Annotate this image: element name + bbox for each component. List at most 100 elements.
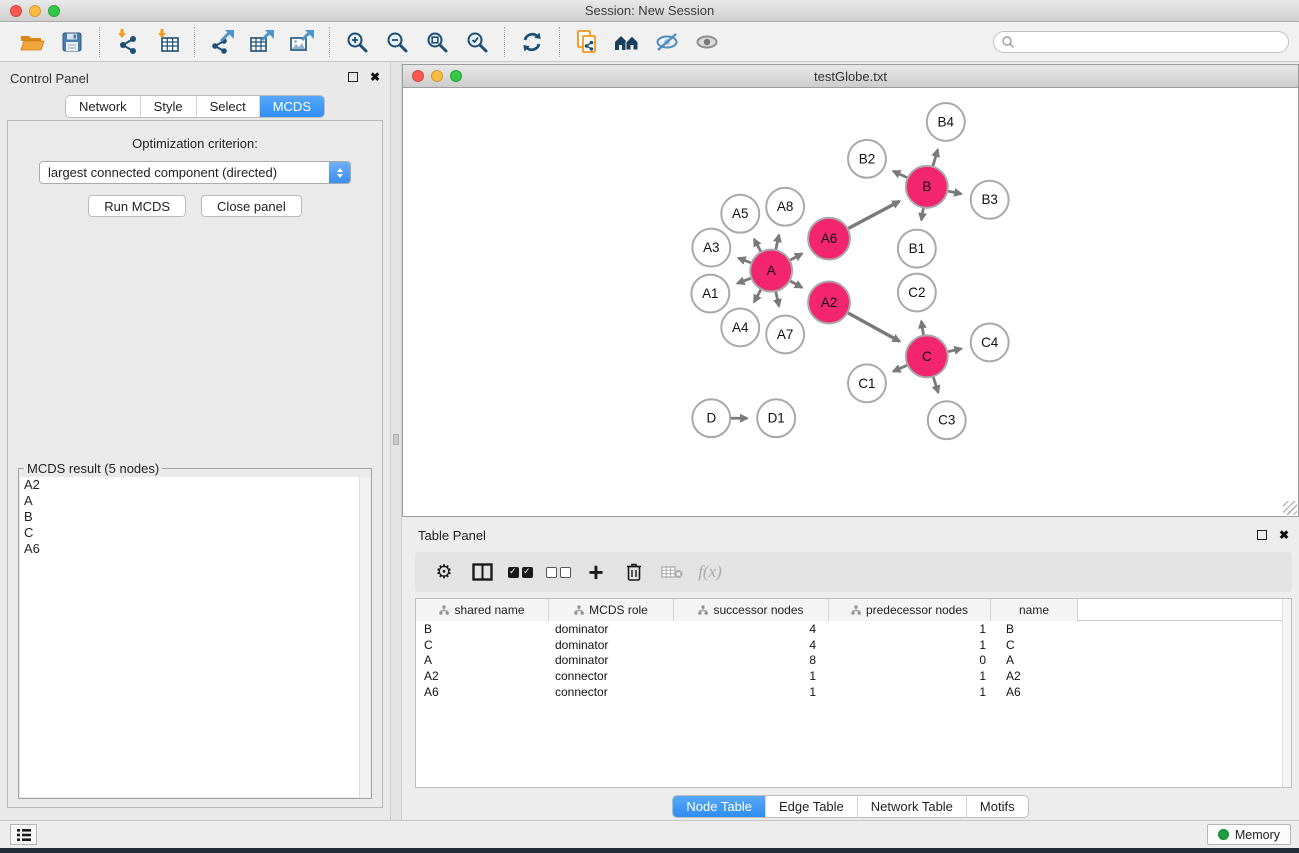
close-table-panel-icon[interactable]: ✖ xyxy=(1279,530,1289,540)
minimize-window-button[interactable] xyxy=(29,5,41,17)
import-table-button[interactable] xyxy=(147,24,187,60)
unchecked-box-icon xyxy=(546,567,557,578)
split-view-icon xyxy=(472,563,493,581)
export-table-button[interactable] xyxy=(242,24,282,60)
table-panel-title: Table Panel xyxy=(418,528,486,543)
zoom-network-button[interactable] xyxy=(450,70,462,82)
zoom-out-icon xyxy=(385,30,409,54)
optimization-criterion-label: Optimization criterion: xyxy=(8,136,382,151)
memory-button[interactable]: Memory xyxy=(1207,824,1291,845)
mcds-result-list: A2ABCA6 xyxy=(20,477,370,797)
save-floppy-icon xyxy=(61,31,83,53)
zoom-fit-button[interactable] xyxy=(417,24,457,60)
import-network-button[interactable] xyxy=(107,24,147,60)
float-table-panel-icon[interactable] xyxy=(1257,530,1267,540)
minimize-network-button[interactable] xyxy=(431,70,443,82)
mcds-result-item[interactable]: A2 xyxy=(20,477,370,493)
table-row[interactable]: A6connector11A6 xyxy=(416,684,1291,700)
table-body: Bdominator41BCdominator41CAdominator80AA… xyxy=(416,621,1291,699)
graph-node-label: A8 xyxy=(777,199,793,214)
column-header-MCDS-role[interactable]: MCDS role xyxy=(549,599,674,621)
tab-edge-table[interactable]: Edge Table xyxy=(765,796,857,817)
run-mcds-button[interactable]: Run MCDS xyxy=(88,195,186,217)
zoom-out-button[interactable] xyxy=(377,24,417,60)
column-header-predecessor-nodes[interactable]: predecessor nodes xyxy=(829,599,991,621)
zoom-selected-button[interactable] xyxy=(457,24,497,60)
float-panel-icon[interactable] xyxy=(348,72,358,82)
graph-node-label: A7 xyxy=(777,327,793,342)
network-snapshot-icon xyxy=(574,29,600,55)
graph-node-label: B3 xyxy=(981,192,997,207)
plus-icon: + xyxy=(588,562,603,582)
delete-column-button[interactable] xyxy=(615,552,653,592)
mcds-result-item[interactable]: A6 xyxy=(20,541,370,557)
window-title: Session: New Session xyxy=(585,3,714,18)
result-scrollbar[interactable] xyxy=(359,477,370,797)
search-box[interactable] xyxy=(993,31,1289,53)
table-row[interactable]: Cdominator41C xyxy=(416,637,1291,653)
function-fx-icon: f(x) xyxy=(698,562,722,582)
mcds-result-item[interactable]: B xyxy=(20,509,370,525)
network-graph[interactable]: B4B2BB3A8A5A6A3B1AC2A1A2A4A7C4CC1DD1C3 xyxy=(403,89,1298,516)
zoom-fit-icon xyxy=(425,30,449,54)
tab-style[interactable]: Style xyxy=(140,96,196,117)
dropdown-stepper-icon[interactable] xyxy=(329,162,350,183)
first-neighbors-button[interactable] xyxy=(607,24,647,60)
graph-node-label: A1 xyxy=(702,286,718,301)
apply-function-button[interactable]: f(x) xyxy=(691,552,729,592)
column-header-successor-nodes[interactable]: successor nodes xyxy=(674,599,829,621)
mcds-result-item[interactable]: C xyxy=(20,525,370,541)
show-all-button[interactable] xyxy=(687,24,727,60)
hide-selected-button[interactable] xyxy=(647,24,687,60)
tab-network[interactable]: Network xyxy=(66,96,140,117)
table-settings-button[interactable]: ⚙ xyxy=(425,552,463,592)
export-network-button[interactable] xyxy=(202,24,242,60)
column-header-name[interactable]: name xyxy=(991,599,1078,621)
table-row[interactable]: A2connector11A2 xyxy=(416,668,1291,684)
toolbar-separator xyxy=(559,27,560,57)
panel-splitter[interactable] xyxy=(390,62,402,820)
deselect-all-button[interactable] xyxy=(539,552,577,592)
network-canvas[interactable]: B4B2BB3A8A5A6A3B1AC2A1A2A4A7C4CC1DD1C3 xyxy=(403,89,1298,516)
column-header-shared-name[interactable]: shared name xyxy=(416,599,549,621)
table-row[interactable]: Bdominator41B xyxy=(416,621,1291,637)
tab-network-table[interactable]: Network Table xyxy=(857,796,966,817)
zoom-window-button[interactable] xyxy=(48,5,60,17)
export-image-button[interactable] xyxy=(282,24,322,60)
save-session-button[interactable] xyxy=(52,24,92,60)
search-input[interactable] xyxy=(1015,33,1288,51)
close-panel-icon[interactable]: ✖ xyxy=(370,72,380,82)
close-window-button[interactable] xyxy=(10,5,22,17)
select-all-button[interactable] xyxy=(501,552,539,592)
splitter-handle-icon[interactable] xyxy=(393,434,399,445)
graph-node-label: C3 xyxy=(938,413,955,428)
app-titlebar: Session: New Session xyxy=(0,0,1299,22)
dropdown-selected-value: largest connected component (directed) xyxy=(40,165,329,180)
add-column-button[interactable]: + xyxy=(577,552,615,592)
mcds-result-item[interactable]: A xyxy=(20,493,370,509)
open-session-button[interactable] xyxy=(12,24,52,60)
refresh-view-button[interactable] xyxy=(512,24,552,60)
trash-icon xyxy=(625,562,643,582)
delete-table-button[interactable] xyxy=(653,552,691,592)
task-history-button[interactable] xyxy=(10,824,37,845)
network-view-window: testGlobe.txt B4B2BB3A8A5A6A3B1AC2A1A2A4… xyxy=(402,64,1299,517)
tab-node-table[interactable]: Node Table xyxy=(673,796,765,817)
window-controls xyxy=(10,5,60,17)
graph-node-label: C1 xyxy=(858,376,875,391)
tab-motifs[interactable]: Motifs xyxy=(966,796,1028,817)
resize-grip-icon[interactable] xyxy=(1283,501,1297,515)
split-view-button[interactable] xyxy=(463,552,501,592)
optimization-criterion-dropdown[interactable]: largest connected component (directed) xyxy=(39,161,351,184)
close-network-button[interactable] xyxy=(412,70,424,82)
zoom-in-button[interactable] xyxy=(337,24,377,60)
show-eye-icon xyxy=(694,31,720,53)
table-row[interactable]: Adominator80A xyxy=(416,652,1291,668)
graph-node-label: C4 xyxy=(981,335,999,350)
table-panel: Table Panel ✖ ⚙ + xyxy=(402,522,1299,818)
tab-select[interactable]: Select xyxy=(196,96,259,117)
table-scrollbar[interactable] xyxy=(1282,599,1291,787)
network-snapshot-button[interactable] xyxy=(567,24,607,60)
close-panel-button[interactable]: Close panel xyxy=(201,195,302,217)
tab-mcds[interactable]: MCDS xyxy=(259,96,324,117)
